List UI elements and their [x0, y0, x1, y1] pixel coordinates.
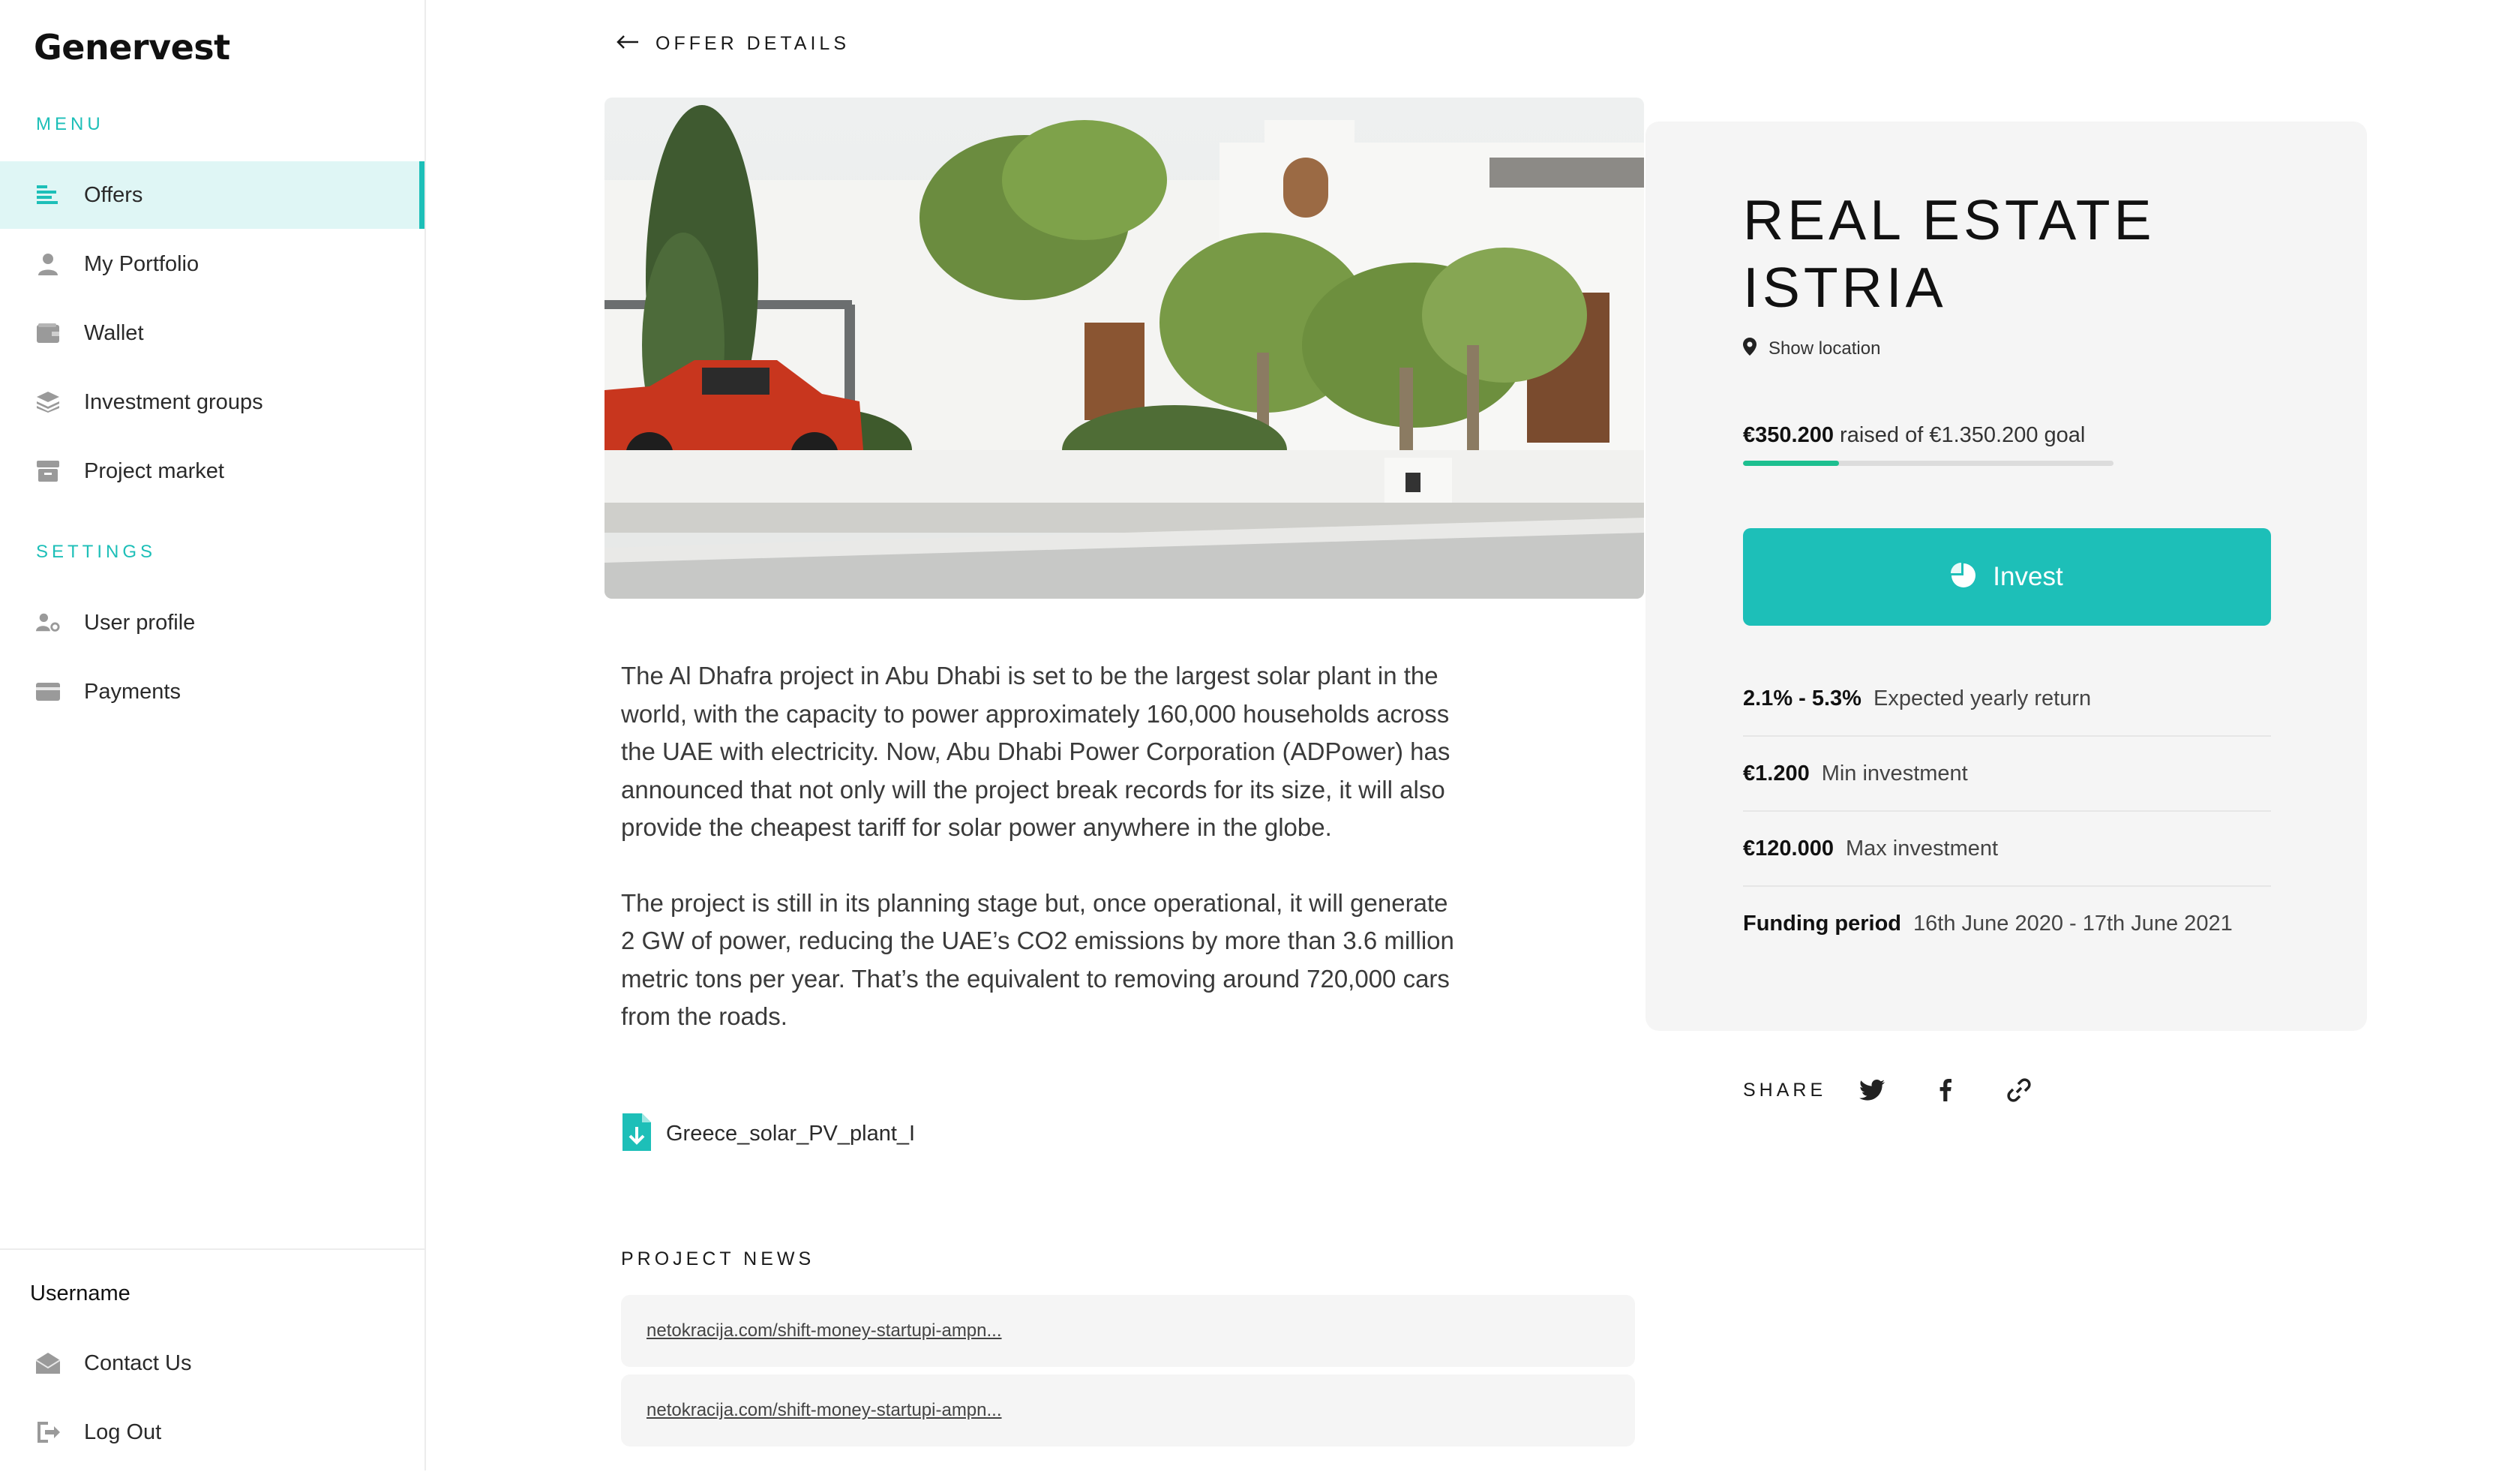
user-icon	[36, 252, 60, 276]
attachment-filename: Greece_solar_PV_plant_I	[666, 1122, 916, 1146]
sidebar-item-label: Investment groups	[84, 389, 263, 414]
list-icon	[36, 183, 60, 207]
news-link[interactable]: netokracija.com/shift-money-startupi-amp…	[646, 1400, 1002, 1421]
sidebar-item-contact-us[interactable]: Contact Us	[0, 1329, 424, 1397]
brand-logo[interactable]: Genervest	[34, 27, 230, 68]
sidebar-item-wallet[interactable]: Wallet	[0, 299, 424, 367]
sidebar-item-label: Contact Us	[84, 1350, 192, 1375]
layers-icon	[36, 390, 60, 414]
sidebar-item-label: Project market	[84, 458, 224, 483]
stat-label: 16th June 2020 - 17th June 2021	[1913, 911, 2233, 936]
invest-button[interactable]: Invest	[1743, 528, 2271, 626]
stat-label: Min investment	[1821, 761, 1968, 786]
stat-max-investment: €120.000 Max investment	[1743, 812, 2271, 887]
username[interactable]: Username	[30, 1281, 130, 1306]
user-settings-icon	[36, 611, 60, 635]
news-link[interactable]: netokracija.com/shift-money-startupi-amp…	[646, 1320, 1002, 1341]
store-icon	[36, 459, 60, 483]
offer-summary-card: REAL ESTATE ISTRIA Show location €350.20…	[1646, 122, 2367, 1031]
sidebar-item-project-market[interactable]: Project market	[0, 437, 424, 505]
sidebar-item-label: Offers	[84, 182, 143, 207]
news-item: netokracija.com/shift-money-startupi-amp…	[621, 1295, 1635, 1367]
raised-amount: €350.200	[1743, 423, 1834, 447]
sidebar: Genervest MENU Offers My Portfolio Walle…	[0, 0, 426, 1470]
twitter-icon[interactable]	[1856, 1074, 1888, 1106]
description-paragraph: The Al Dhafra project in Abu Dhabi is se…	[621, 662, 1450, 841]
stat-value: 2.1% - 5.3%	[1743, 686, 1862, 710]
stat-label: Expected yearly return	[1873, 686, 2092, 710]
menu-section-label: MENU	[36, 114, 104, 134]
stat-value: €1.200	[1743, 761, 1810, 786]
offer-hero-image	[604, 98, 1644, 599]
credit-card-icon	[36, 680, 60, 704]
file-download-icon	[622, 1113, 651, 1155]
stat-min-investment: €1.200 Min investment	[1743, 737, 2271, 812]
sidebar-item-offers[interactable]: Offers	[0, 161, 424, 229]
share-bar: SHARE	[1743, 1074, 2077, 1106]
back-link[interactable]: OFFER DETAILS	[616, 33, 850, 55]
pie-chart-icon	[1951, 562, 1976, 592]
offer-title: REAL ESTATE ISTRIA	[1743, 186, 2268, 321]
sidebar-item-label: User profile	[84, 610, 196, 635]
sidebar-footer: Username Contact Us Log Out	[0, 1248, 424, 1472]
sidebar-item-label: Wallet	[84, 320, 144, 345]
offer-description: The Al Dhafra project in Abu Dhabi is se…	[621, 657, 1461, 1074]
sidebar-item-label: Payments	[84, 679, 181, 704]
sidebar-item-label: Log Out	[84, 1419, 162, 1444]
share-label: SHARE	[1743, 1079, 1827, 1101]
funding-status: €350.200 raised of €1.350.200 goal	[1743, 423, 2085, 448]
stat-expected-return: 2.1% - 5.3% Expected yearly return	[1743, 662, 2271, 737]
location-label: Show location	[1768, 338, 1881, 359]
settings-section-label: SETTINGS	[36, 542, 157, 562]
page-title: OFFER DETAILS	[656, 33, 850, 54]
facebook-icon[interactable]	[1930, 1074, 1961, 1106]
arrow-left-icon	[616, 35, 639, 53]
stat-label: Max investment	[1845, 836, 1999, 861]
funding-progress-bar	[1743, 461, 2114, 466]
offer-title-line: ISTRIA	[1743, 256, 1947, 319]
link-icon[interactable]	[2003, 1074, 2035, 1106]
offer-title-line: REAL ESTATE	[1743, 188, 2156, 251]
sidebar-item-user-profile[interactable]: User profile	[0, 589, 424, 656]
mail-icon	[36, 1351, 60, 1375]
map-pin-icon	[1743, 338, 1756, 359]
attachment-download[interactable]: Greece_solar_PV_plant_I	[622, 1113, 915, 1155]
news-item: netokracija.com/shift-money-startupi-amp…	[621, 1374, 1635, 1446]
stat-funding-period: Funding period 16th June 2020 - 17th Jun…	[1743, 887, 2271, 960]
raised-goal-text: raised of €1.350.200 goal	[1840, 423, 2086, 447]
sidebar-item-label: My Portfolio	[84, 251, 200, 276]
wallet-icon	[36, 321, 60, 345]
sidebar-item-investment-groups[interactable]: Investment groups	[0, 368, 424, 436]
sidebar-item-my-portfolio[interactable]: My Portfolio	[0, 230, 424, 298]
description-paragraph: The project is still in its planning sta…	[621, 888, 1454, 1031]
sidebar-item-payments[interactable]: Payments	[0, 658, 424, 725]
stat-value: €120.000	[1743, 836, 1834, 861]
invest-button-label: Invest	[1993, 562, 2063, 591]
show-location-link[interactable]: Show location	[1743, 338, 1880, 359]
stat-value: Funding period	[1743, 911, 1902, 936]
funding-progress-fill	[1743, 461, 1840, 466]
project-news-title: PROJECT NEWS	[621, 1248, 815, 1269]
sidebar-item-log-out[interactable]: Log Out	[0, 1398, 424, 1466]
logout-icon	[36, 1420, 60, 1444]
